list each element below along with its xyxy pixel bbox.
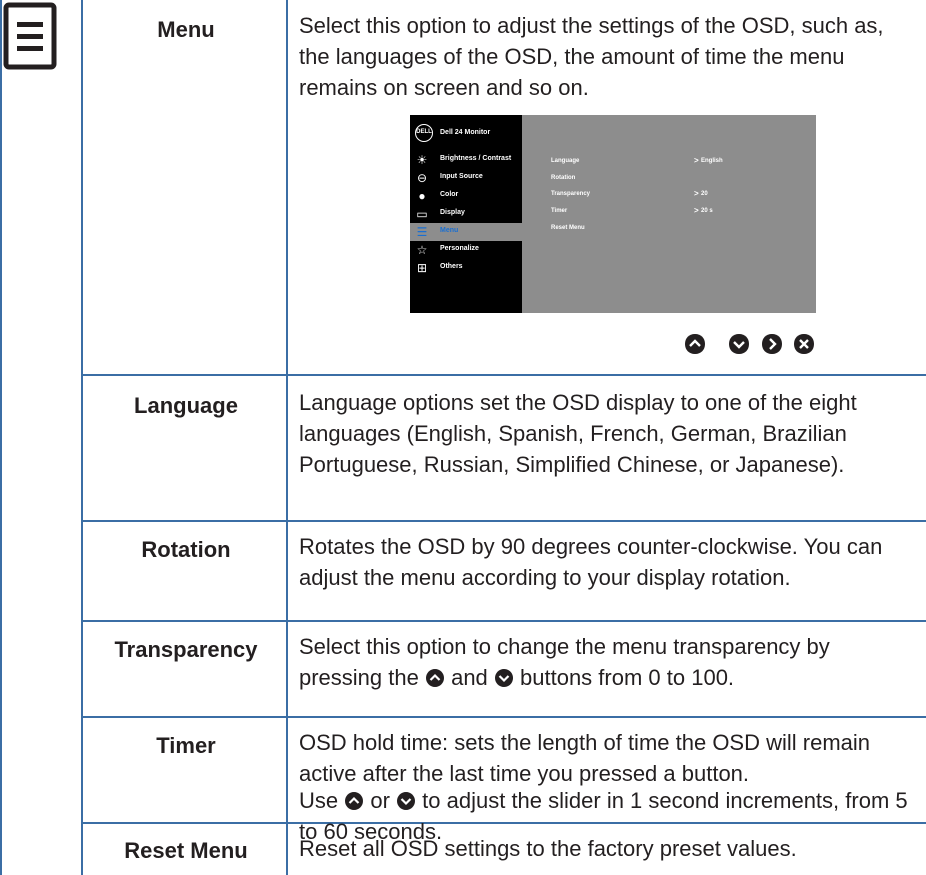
row-label-menu: Menu bbox=[157, 17, 215, 42]
table-rule-h2 bbox=[81, 520, 926, 522]
osd-item-menu: ☰ Menu bbox=[410, 223, 522, 241]
up-button-icon bbox=[685, 334, 705, 354]
timer-text-1: Use bbox=[299, 788, 345, 813]
table-rule-h4 bbox=[81, 716, 926, 718]
osd-option-transparency: Transparency bbox=[551, 191, 591, 197]
osd-item-personalize: ☆ Personalize bbox=[410, 241, 522, 259]
up-button-icon bbox=[345, 792, 364, 810]
close-button-icon bbox=[794, 334, 814, 354]
up-button-icon bbox=[425, 669, 444, 687]
table-rule-mid bbox=[286, 0, 288, 875]
osd-item-label: Display bbox=[440, 209, 465, 216]
row-desc-transparency: Select this option to change the menu tr… bbox=[299, 631, 919, 693]
osd-item-display: ▭ Display bbox=[410, 205, 522, 223]
row-label-transparency: Transparency bbox=[114, 637, 258, 662]
chevron-right-icon: > bbox=[694, 189, 699, 198]
osd-item-color: ● Color bbox=[410, 187, 522, 205]
transparency-text-2: and bbox=[444, 665, 494, 690]
osd-option-timer: Timer bbox=[551, 208, 568, 214]
chevron-right-icon: > bbox=[694, 206, 699, 215]
down-button-icon bbox=[397, 792, 416, 810]
chevron-right-icon: > bbox=[694, 156, 699, 165]
color-icon: ● bbox=[418, 189, 426, 203]
osd-item-label: Color bbox=[440, 191, 459, 198]
menu-section-table: Menu Language Rotation Transparency Time… bbox=[0, 0, 926, 875]
dell-logo: DELL bbox=[415, 124, 433, 142]
display-icon: ▭ bbox=[416, 207, 428, 221]
osd-value-language: English bbox=[701, 158, 723, 164]
table-rule-h3 bbox=[81, 620, 926, 622]
osd-item-brightness: ☀ Brightness / Contrast bbox=[410, 151, 522, 169]
osd-value-timer: 20 s bbox=[701, 208, 713, 214]
row-desc-reset-menu: Reset all OSD settings to the factory pr… bbox=[299, 836, 797, 861]
osd-value-transparency: 20 bbox=[701, 191, 708, 197]
label-cell-menu bbox=[83, 0, 286, 374]
transparency-text-3: buttons from 0 to 100. bbox=[513, 665, 735, 690]
osd-item-label: Menu bbox=[440, 227, 459, 234]
right-button-icon bbox=[762, 334, 782, 354]
others-icon: ⊞ bbox=[416, 261, 428, 275]
osd-option-rotation: Rotation bbox=[551, 175, 576, 181]
osd-option-reset-menu: Reset Menu bbox=[551, 225, 585, 231]
row-desc-menu: Select this option to adjust the setting… bbox=[299, 13, 884, 100]
row-desc-rotation: Rotates the OSD by 90 degrees counter-cl… bbox=[299, 534, 883, 590]
osd-item-label: Others bbox=[440, 263, 463, 270]
menu-section-icon bbox=[3, 2, 57, 70]
osd-item-label: Personalize bbox=[440, 245, 479, 252]
down-button-icon bbox=[729, 334, 749, 354]
menu-icon: ☰ bbox=[416, 225, 428, 239]
osd-item-input-source: ⊖ Input Source bbox=[410, 169, 522, 187]
osd-screenshot: DELL Dell 24 Monitor ☀ Brightness / Cont… bbox=[410, 115, 816, 313]
table-rule-icon bbox=[81, 0, 83, 875]
osd-item-others: ⊞ Others bbox=[410, 259, 522, 277]
row-label-reset-menu: Reset Menu bbox=[124, 838, 248, 863]
row-desc-language: Language options set the OSD display to … bbox=[299, 390, 857, 477]
timer-text-2: or bbox=[364, 788, 397, 813]
osd-item-label: Brightness / Contrast bbox=[440, 155, 512, 162]
star-icon: ☆ bbox=[416, 243, 428, 257]
row-desc-timer: OSD hold time: sets the length of time t… bbox=[299, 730, 871, 786]
input-source-icon: ⊖ bbox=[416, 171, 428, 185]
row-label-language: Language bbox=[134, 393, 238, 418]
osd-item-label: Input Source bbox=[440, 173, 483, 180]
row-label-rotation: Rotation bbox=[141, 537, 231, 562]
brightness-icon: ☀ bbox=[416, 153, 428, 167]
osd-title: Dell 24 Monitor bbox=[440, 129, 491, 136]
table-rule-h1 bbox=[81, 374, 926, 376]
row-label-timer: Timer bbox=[156, 733, 216, 758]
osd-option-language: Language bbox=[551, 158, 580, 164]
table-rule-left bbox=[0, 0, 2, 875]
down-button-icon bbox=[494, 669, 513, 687]
